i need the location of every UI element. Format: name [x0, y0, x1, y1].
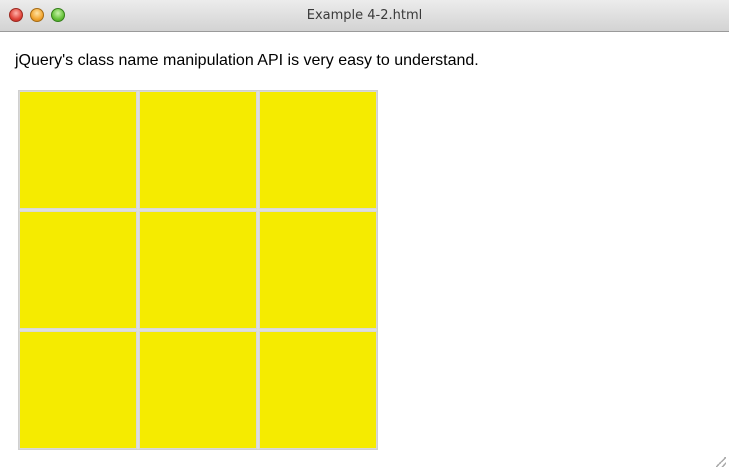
box-grid — [18, 90, 378, 450]
resize-grip-icon[interactable] — [716, 457, 726, 467]
page-content: jQuery's class name manipulation API is … — [0, 32, 729, 470]
grid-cell[interactable] — [139, 211, 257, 329]
grid-cell[interactable] — [259, 211, 377, 329]
grid-cell[interactable] — [259, 331, 377, 449]
grid-cell[interactable] — [19, 211, 137, 329]
grid-cell[interactable] — [139, 331, 257, 449]
grid-cell[interactable] — [19, 91, 137, 209]
title-bar[interactable]: Example 4-2.html — [0, 0, 729, 32]
window-title: Example 4-2.html — [306, 8, 423, 23]
grid-cell[interactable] — [139, 91, 257, 209]
grid-cell[interactable] — [259, 91, 377, 209]
grid-cell[interactable] — [19, 331, 137, 449]
browser-window: Example 4-2.html jQuery's class name man… — [0, 0, 729, 470]
intro-text: jQuery's class name manipulation API is … — [15, 52, 479, 69]
